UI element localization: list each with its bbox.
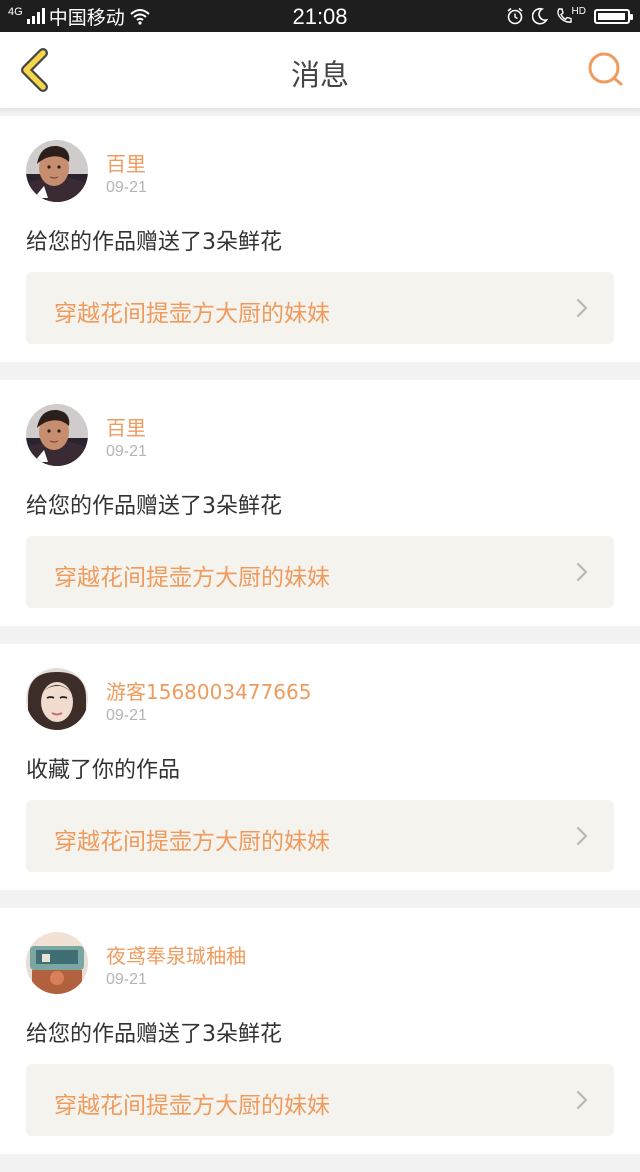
message-card: 夜鸢奉泉珹秞秞 09-21 给您的作品赠送了3朵鲜花 穿越花间提壶方大厨的妹妹: [0, 908, 640, 1154]
chevron-right-icon: [576, 1090, 588, 1110]
phone-hd-icon: HD: [556, 7, 586, 25]
work-title: 穿越花间提壶方大厨的妹妹: [54, 1093, 330, 1119]
user-name[interactable]: 夜鸢奉泉珹秞秞: [106, 940, 246, 969]
message-date: 09-21: [106, 971, 147, 988]
work-link[interactable]: 穿越花间提壶方大厨的妹妹: [26, 1064, 614, 1136]
user-name[interactable]: 游客1568003477665: [106, 676, 311, 705]
battery-icon: [594, 8, 633, 24]
message-card: 百里 09-21 给您的作品赠送了3朵鲜花 穿越花间提壶方大厨的妹妹: [0, 116, 640, 362]
message-date: 09-21: [106, 179, 147, 196]
message-list: 百里 09-21 给您的作品赠送了3朵鲜花 穿越花间提壶方大厨的妹妹 百里 09…: [0, 116, 640, 1172]
search-icon[interactable]: [586, 50, 626, 90]
work-link[interactable]: 穿越花间提壶方大厨的妹妹: [26, 800, 614, 872]
message-text: 给您的作品赠送了3朵鲜花: [26, 494, 282, 519]
alarm-icon: [507, 7, 523, 25]
chevron-right-icon: [576, 298, 588, 318]
user-name[interactable]: 百里: [106, 148, 146, 177]
work-title: 穿越花间提壶方大厨的妹妹: [54, 565, 330, 591]
nav-bar: 消息: [0, 32, 640, 109]
back-icon[interactable]: [12, 46, 60, 94]
avatar-girl[interactable]: [26, 668, 88, 730]
avatar-boy[interactable]: [26, 404, 88, 466]
page-title: 消息: [290, 58, 349, 92]
work-title: 穿越花间提壶方大厨的妹妹: [54, 301, 330, 327]
message-text: 给您的作品赠送了3朵鲜花: [26, 230, 282, 255]
hd-label: HD: [571, 6, 586, 17]
message-text: 给您的作品赠送了3朵鲜花: [26, 1022, 282, 1047]
work-link[interactable]: 穿越花间提壶方大厨的妹妹: [26, 536, 614, 608]
work-link[interactable]: 穿越花间提壶方大厨的妹妹: [26, 272, 614, 344]
message-date: 09-21: [106, 443, 147, 460]
message-text: 收藏了你的作品: [26, 758, 181, 783]
avatar-boy[interactable]: [26, 140, 88, 202]
message-date: 09-21: [106, 707, 147, 724]
chevron-right-icon: [576, 826, 588, 846]
work-title: 穿越花间提壶方大厨的妹妹: [54, 829, 330, 855]
message-card: 游客1568003477665 09-21 收藏了你的作品 穿越花间提壶方大厨的…: [0, 644, 640, 890]
moon-icon: [531, 7, 548, 25]
status-bar: 4G 中国移动 21:08 HD: [0, 0, 640, 32]
user-name[interactable]: 百里: [106, 412, 146, 441]
avatar-photo[interactable]: [26, 932, 88, 994]
chevron-right-icon: [576, 562, 588, 582]
message-card: 百里 09-21 给您的作品赠送了3朵鲜花 穿越花间提壶方大厨的妹妹: [0, 380, 640, 626]
status-bar-right: HD: [506, 5, 633, 27]
